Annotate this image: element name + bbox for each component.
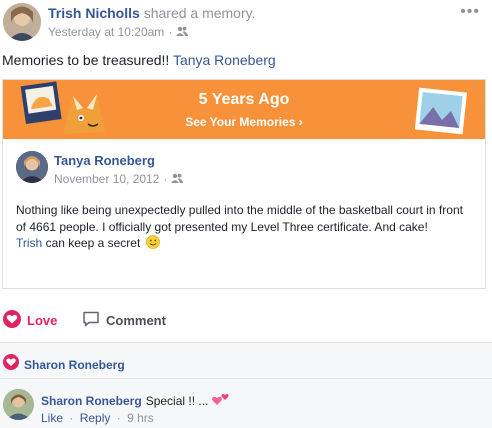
memory-body: Nothing like being unexpectedly pulled i… — [16, 202, 482, 252]
comment-text: Special !! ... — [145, 393, 209, 408]
memory-illustration — [20, 81, 467, 135]
comment-label: Comment — [106, 313, 166, 328]
memory-mention[interactable]: Trish — [16, 236, 42, 250]
post-timestamp[interactable]: Yesterday at 10:20am — [48, 25, 164, 39]
friends-icon[interactable] — [176, 25, 189, 39]
memory-body-line: Nothing like being unexpectedly pulled i… — [16, 203, 463, 217]
post-author-name[interactable]: Trish Nicholls — [48, 5, 140, 21]
comment-reply-link[interactable]: Reply — [80, 411, 111, 425]
comment-actions: Like · Reply · 9 hrs — [41, 411, 154, 425]
post-actions: Love Comment — [0, 310, 492, 336]
memory-author-avatar[interactable] — [16, 151, 48, 183]
memory-body-line: of 4661 people. I officially got present… — [16, 219, 428, 234]
see-memories-link[interactable]: See Your Memories › — [3, 115, 485, 129]
post-header: Trish Nicholls shared a memory. Yesterda… — [0, 0, 492, 46]
love-button[interactable]: Love — [3, 310, 57, 331]
friends-icon[interactable] — [171, 172, 184, 186]
comment-icon — [82, 310, 100, 331]
more-options-icon[interactable]: ••• — [460, 3, 480, 21]
comment-like-link[interactable]: Like — [41, 411, 63, 425]
comment-button[interactable]: Comment — [82, 310, 166, 331]
comment-body: Sharon Roneberg Special !! ... — [41, 391, 231, 410]
love-label: Love — [27, 313, 58, 328]
post-meta: Yesterday at 10:20am · — [48, 25, 189, 39]
love-reaction-icon — [3, 310, 21, 331]
memory-date[interactable]: November 10, 2012 — [54, 172, 159, 186]
comment-author[interactable]: Sharon Roneberg — [41, 394, 142, 408]
reactor-name[interactable]: Sharon Roneberg — [24, 358, 125, 372]
memory-card[interactable]: 5 Years Ago See Your Memories › Tanya Ro… — [2, 79, 486, 289]
comment-avatar[interactable] — [3, 389, 34, 420]
banner-title: 5 Years Ago — [198, 91, 290, 108]
memory-author-name[interactable]: Tanya Roneberg — [54, 153, 155, 168]
post-action-text: shared a memory. — [143, 5, 256, 21]
post-mention[interactable]: Tanya Roneberg — [173, 52, 276, 68]
memory-body-line: can keep a secret — [45, 236, 141, 250]
author-avatar[interactable] — [3, 3, 41, 41]
comment-item: Sharon Roneberg Special !! ... Like · Re… — [0, 378, 492, 428]
reactions-summary[interactable]: Sharon Roneberg — [0, 342, 492, 378]
smiley-emoji-icon — [145, 235, 160, 249]
heart-icon — [3, 354, 19, 375]
comment-time[interactable]: 9 hrs — [127, 411, 154, 425]
post-author-line: Trish Nicholls shared a memory. — [48, 5, 255, 21]
post-message: Memories to be treasured!! — [2, 52, 170, 68]
memory-meta: November 10, 2012 · — [54, 172, 184, 186]
post-text: Memories to be treasured!! Tanya Roneber… — [2, 52, 276, 68]
memory-banner[interactable]: 5 Years Ago See Your Memories › — [3, 80, 485, 139]
hearts-emoji-icon — [211, 391, 231, 410]
